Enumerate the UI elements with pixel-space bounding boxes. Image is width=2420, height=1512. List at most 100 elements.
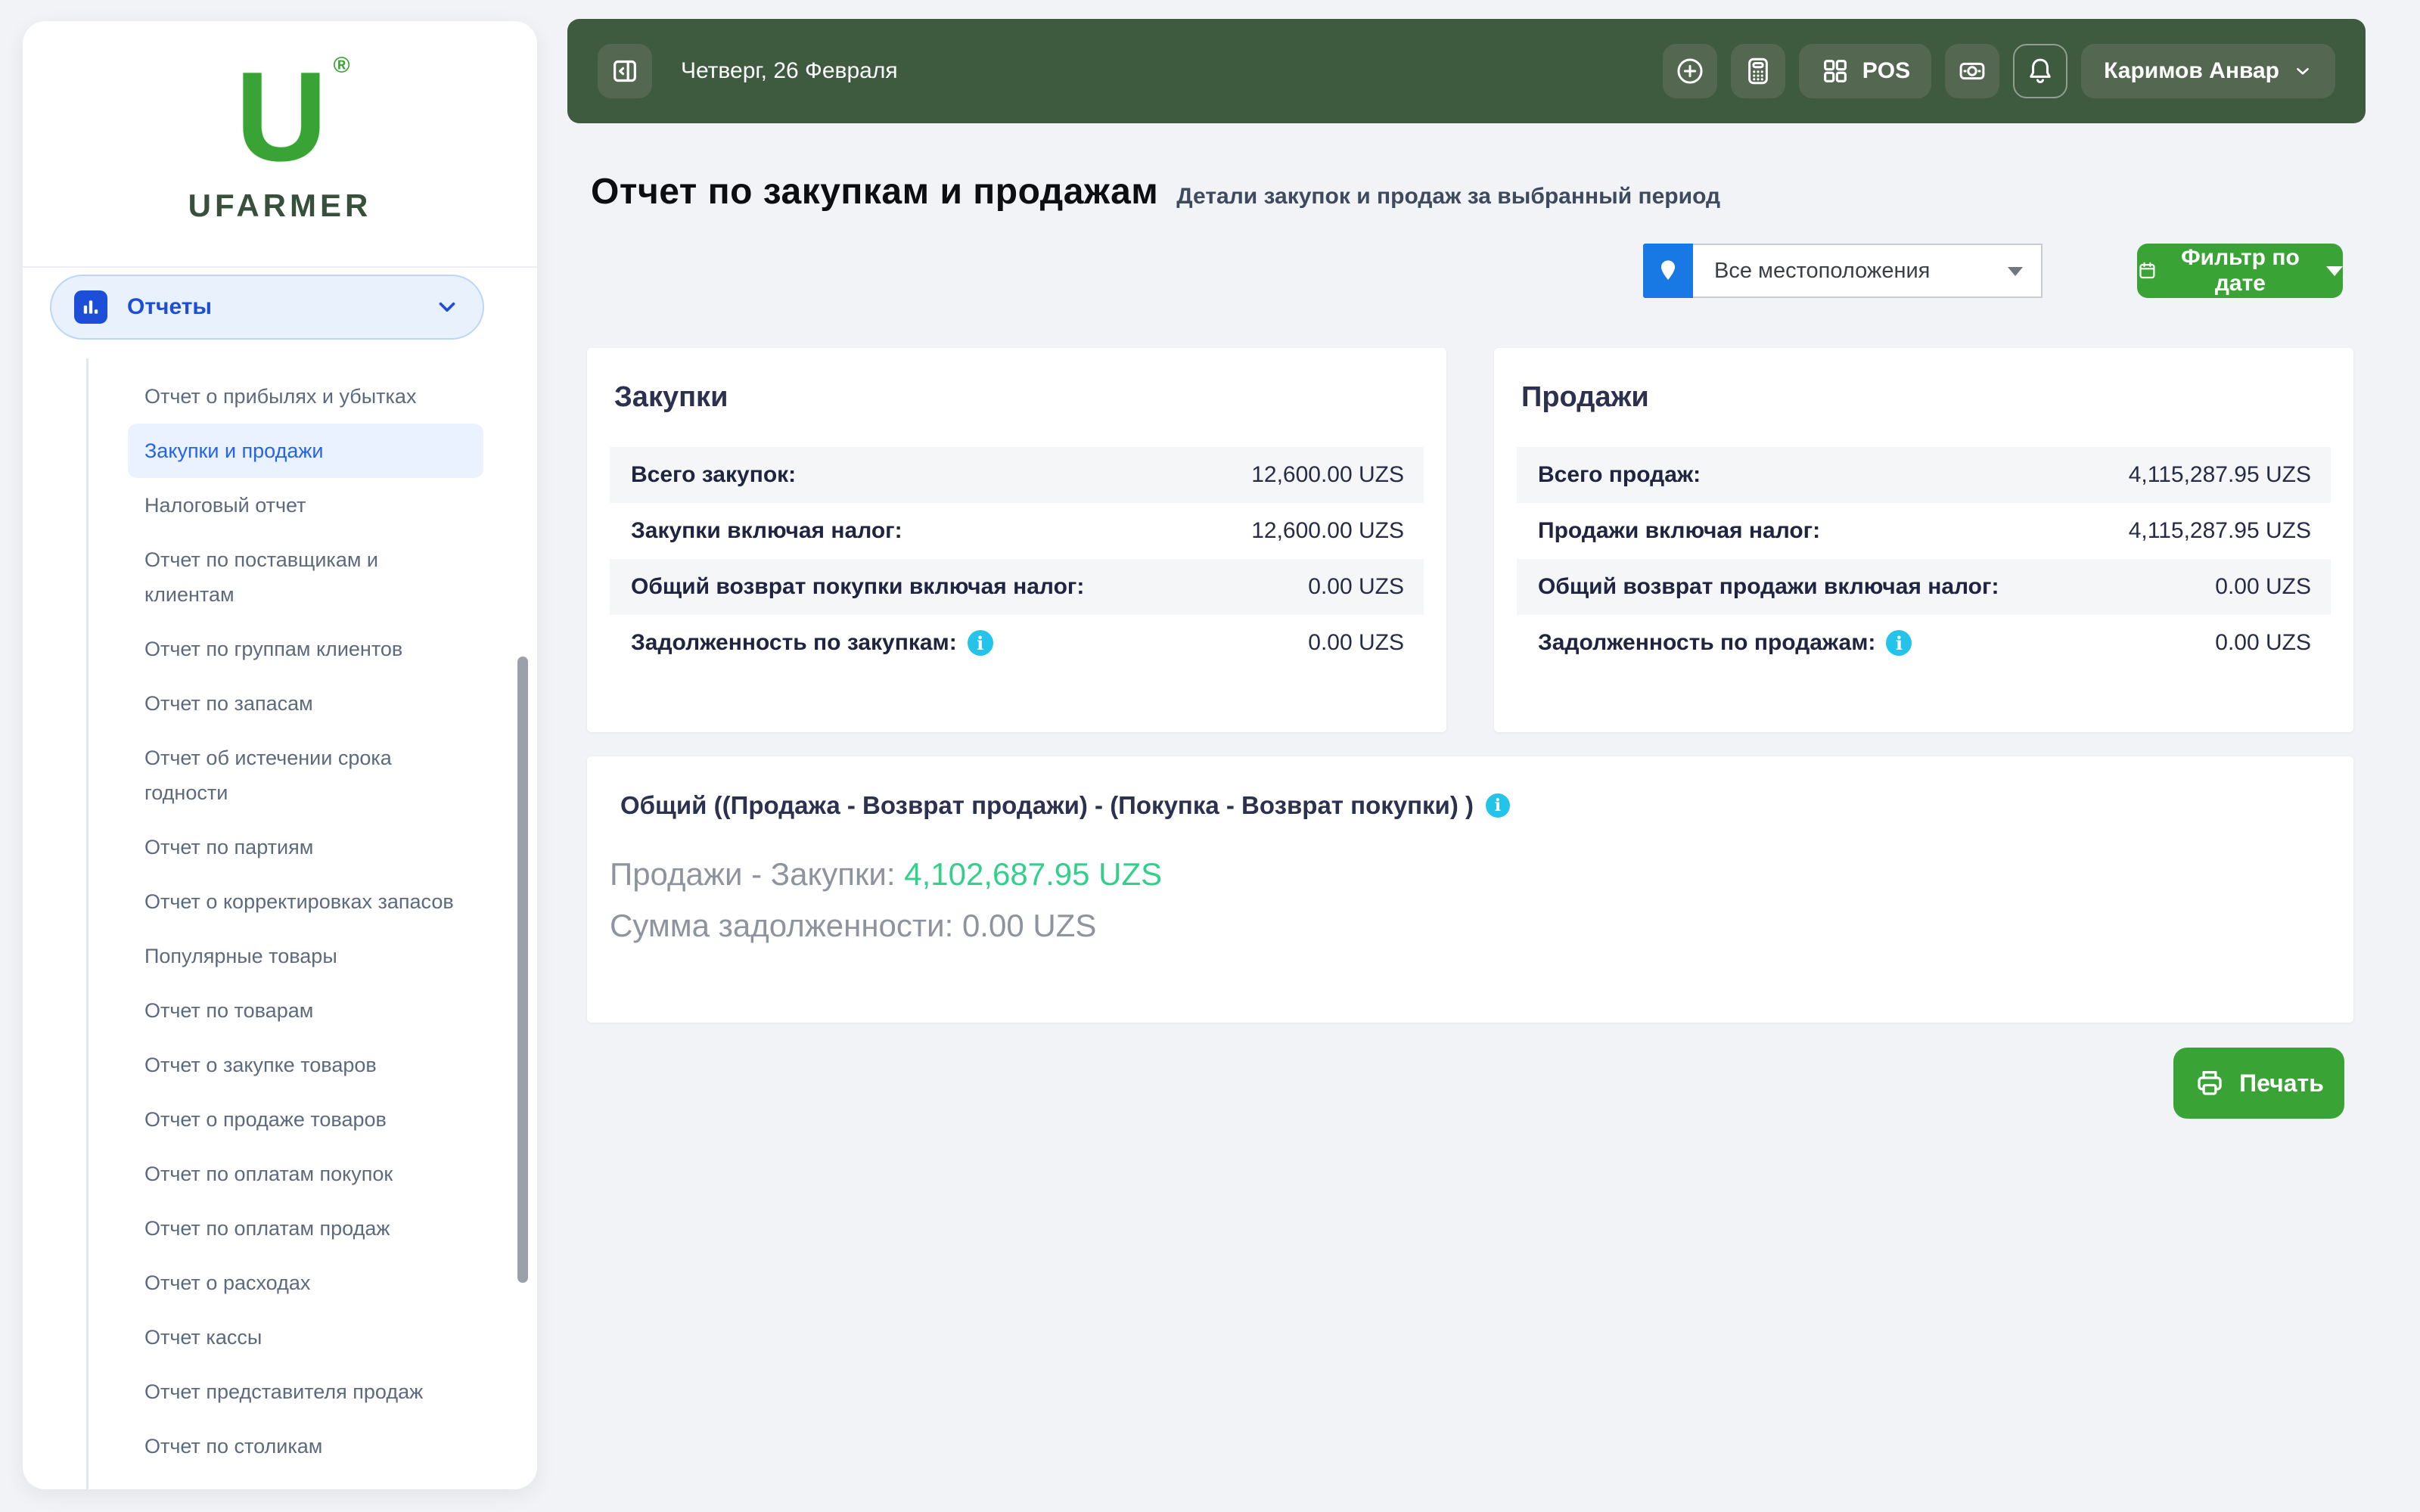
table-row: Закупки включая налог: 12,600.00 UZS	[610, 503, 1424, 559]
sidebar-item-product-purchase-report[interactable]: Отчет о закупке товаров	[128, 1038, 483, 1092]
row-value: 0.00 UZS	[1308, 574, 1404, 599]
caret-down-icon	[2326, 265, 2343, 276]
info-icon[interactable]	[1886, 630, 1912, 656]
sidebar-divider	[23, 266, 537, 268]
row-value: 4,115,287.95 UZS	[2128, 462, 2311, 487]
sidebar-item-profit-loss-report[interactable]: Отчет о прибылях и убытках	[128, 369, 483, 424]
printer-icon	[2198, 1070, 2222, 1095]
sidebar-scrollbar[interactable]	[517, 657, 528, 1283]
page-head: Отчет по закупкам и продажам Детали заку…	[591, 171, 1720, 213]
banknote-icon	[1959, 62, 1985, 80]
logo-u-icon: U	[235, 45, 327, 188]
sales-card: Продажи Всего продаж: 4,115,287.95 UZS П…	[1494, 348, 2353, 732]
sidebar-item-expiry-report[interactable]: Отчет об истечении срока годности	[128, 731, 483, 820]
table-row: Общий возврат продажи включая налог: 0.0…	[1517, 559, 2331, 615]
bell-icon	[2030, 58, 2051, 83]
table-row: Общий возврат покупки включая налог: 0.0…	[610, 559, 1424, 615]
table-row: Задолженность по закупкам: 0.00 UZS	[610, 615, 1424, 671]
summary-title-text: Общий ((Продажа - Возврат продажи) - (По…	[620, 791, 1474, 819]
pos-button[interactable]: POS	[1798, 44, 1932, 98]
sidebar-item-cash-register-report[interactable]: Отчет кассы	[128, 1310, 483, 1365]
sidebar-item-batches-report[interactable]: Отчет по партиям	[128, 820, 483, 874]
purchases-card: Закупки Всего закупок: 12,600.00 UZS Зак…	[587, 348, 1446, 732]
row-value: 0.00 UZS	[1308, 630, 1404, 655]
logo-wordmark: UFARMER	[188, 188, 372, 223]
summary-diff-value: 4,102,687.95 UZS	[904, 856, 1163, 892]
plus-circle-icon	[1677, 58, 1703, 84]
row-label: Задолженность по закупкам:	[631, 630, 993, 656]
date-filter-label: Фильтр по дате	[2181, 245, 2300, 296]
select-caret-icon	[2008, 267, 2023, 276]
sidebar-item-sales-payments-report[interactable]: Отчет по оплатам продаж	[128, 1201, 483, 1256]
pos-label: POS	[1862, 58, 1911, 83]
info-icon[interactable]	[967, 630, 993, 656]
summary-card: Общий ((Продажа - Возврат продажи) - (По…	[587, 756, 2353, 1023]
page-title: Отчет по закупкам и продажам	[591, 172, 1159, 212]
user-menu[interactable]: Каримов Анвар	[2081, 44, 2335, 98]
sidebar-item-products-report[interactable]: Отчет по товарам	[128, 983, 483, 1038]
user-name: Каримов Анвар	[2104, 58, 2279, 83]
grid-icon	[1823, 60, 1847, 82]
sidebar: U ® UFARMER Отчеты Отчет о прибылях и уб…	[23, 21, 537, 1489]
registered-mark: ®	[333, 53, 350, 78]
sidebar-item-stock-adjustments-report[interactable]: Отчет о корректировках запасов	[128, 874, 483, 929]
row-label: Задолженность по продажам:	[1538, 630, 1912, 656]
summary-diff-label: Продажи - Закупки:	[610, 856, 896, 892]
location-select-field[interactable]: Все местоположения	[1693, 244, 2043, 298]
row-label: Общий возврат покупки включая налог:	[631, 574, 1085, 599]
sidebar-item-purchase-payments-report[interactable]: Отчет по оплатам покупок	[128, 1147, 483, 1201]
row-label: Закупки включая налог:	[631, 518, 902, 543]
row-label: Продажи включая налог:	[1538, 518, 1821, 543]
row-label: Общий возврат продажи включая налог:	[1538, 574, 1999, 599]
table-row: Всего закупок: 12,600.00 UZS	[610, 447, 1424, 503]
sidebar-item-stock-report[interactable]: Отчет по запасам	[128, 676, 483, 731]
table-row: Задолженность по продажам: 0.00 UZS	[1517, 615, 2331, 671]
purchases-rows: Всего закупок: 12,600.00 UZS Закупки вкл…	[587, 447, 1446, 671]
summary-debt-line: Сумма задолженности: 0.00 UZS	[610, 908, 1097, 943]
calculator-button[interactable]	[1730, 44, 1785, 98]
table-row: Продажи включая налог: 4,115,287.95 UZS	[1517, 503, 2331, 559]
bar-chart-icon	[74, 290, 107, 324]
location-pin-icon	[1643, 244, 1693, 298]
sidebar-item-popular-products[interactable]: Популярные товары	[128, 929, 483, 983]
sidebar-menu: Отчет о прибылях и убытках Закупки и про…	[86, 359, 510, 1489]
sidebar-item-expenses-report[interactable]: Отчет о расходах	[128, 1256, 483, 1310]
print-button[interactable]: Печать	[2173, 1048, 2344, 1119]
print-button-label: Печать	[2239, 1069, 2324, 1097]
location-select[interactable]: Все местоположения	[1643, 244, 2043, 298]
calculator-icon	[1747, 57, 1768, 85]
sidebar-item-tax-report[interactable]: Налоговый отчет	[128, 478, 483, 532]
sidebar-item-service-staff-report[interactable]: Отчет по обслуживающему	[128, 1473, 483, 1489]
summary-diff-line: Продажи - Закупки: 4,102,687.95 UZS	[610, 856, 2353, 893]
notifications-button[interactable]	[2013, 44, 2068, 98]
sidebar-item-suppliers-clients-report[interactable]: Отчет по поставщикам и клиентам	[128, 532, 483, 622]
info-icon[interactable]	[1485, 793, 1510, 818]
sidebar-section-reports[interactable]: Отчеты	[50, 275, 484, 340]
calendar-icon	[2139, 262, 2155, 279]
add-button[interactable]	[1662, 44, 1717, 98]
collapse-sidebar-icon	[614, 60, 636, 82]
cash-button[interactable]	[1945, 44, 2000, 98]
sidebar-item-product-sales-report[interactable]: Отчет о продаже товаров	[128, 1092, 483, 1147]
sales-rows: Всего продаж: 4,115,287.95 UZS Продажи в…	[1494, 447, 2353, 671]
row-label-text: Задолженность по продажам:	[1538, 630, 1876, 655]
row-value: 0.00 UZS	[2215, 630, 2311, 655]
sales-card-title: Продажи	[1521, 381, 1649, 413]
row-value: 12,600.00 UZS	[1251, 462, 1404, 487]
row-value: 0.00 UZS	[2215, 574, 2311, 599]
sidebar-item-sales-rep-report[interactable]: Отчет представителя продаж	[128, 1365, 483, 1419]
row-value: 4,115,287.95 UZS	[2128, 518, 2311, 543]
row-label-text: Задолженность по закупкам:	[631, 630, 957, 655]
sidebar-item-client-groups-report[interactable]: Отчет по группам клиентов	[128, 622, 483, 676]
row-label: Всего закупок:	[631, 462, 797, 487]
sidebar-item-tables-report[interactable]: Отчет по столикам	[128, 1419, 483, 1473]
row-label: Всего продаж:	[1538, 462, 1701, 487]
logo-mark: U ®	[235, 53, 349, 180]
collapse-sidebar-button[interactable]	[598, 44, 652, 98]
current-date: Четверг, 26 Февраля	[681, 58, 898, 83]
logo: U ® UFARMER	[23, 21, 537, 224]
row-value: 12,600.00 UZS	[1251, 518, 1404, 543]
date-filter-button[interactable]: Фильтр по дате	[2137, 244, 2343, 298]
sidebar-item-purchases-and-sales[interactable]: Закупки и продажи	[128, 424, 483, 478]
sidebar-section-label: Отчеты	[127, 294, 213, 319]
